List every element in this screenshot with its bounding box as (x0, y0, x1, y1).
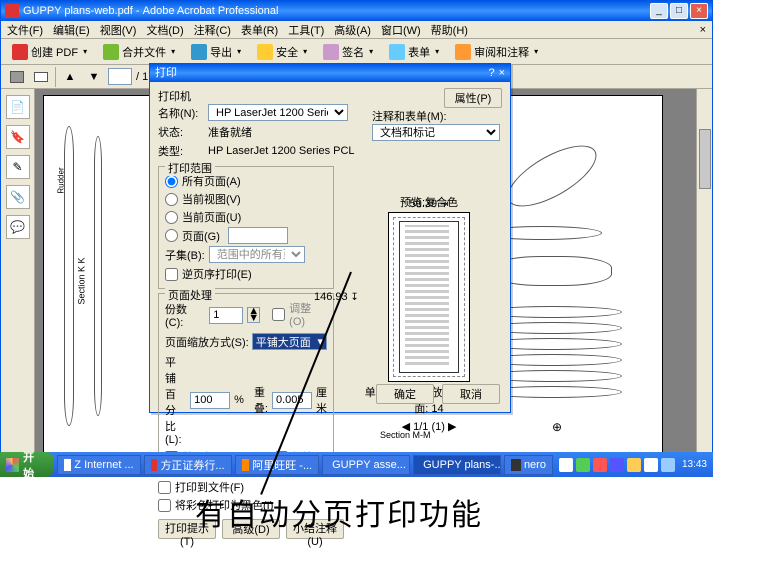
menu-edit[interactable]: 编辑(E) (53, 22, 90, 38)
menu-document[interactable]: 文档(D) (146, 22, 183, 38)
print-dialog: 打印 ? × 打印机 名称(N): HP LaserJet 1200 Serie… (149, 63, 511, 413)
preview-next-icon[interactable]: ▶ (448, 421, 456, 433)
tray-icon[interactable] (610, 458, 624, 472)
dialog-title-bar: 打印 ? × (150, 64, 510, 82)
menu-advanced[interactable]: 高级(A) (334, 22, 371, 38)
range-current-page-radio[interactable]: 当前页面(U) (165, 209, 327, 225)
page-input[interactable] (108, 68, 132, 85)
task-item[interactable]: Z Internet ... (57, 455, 141, 475)
page-up-icon[interactable]: ▲ (60, 67, 80, 87)
menu-tools[interactable]: 工具(T) (288, 22, 324, 38)
nav-sidebar: 📄 🔖 ✎ 📎 💬 (1, 89, 35, 468)
ok-button[interactable]: 确定 (376, 384, 434, 404)
printer-section-label: 打印机 (158, 88, 362, 104)
page-down-icon[interactable]: ▼ (84, 67, 104, 87)
tray-icon[interactable] (644, 458, 658, 472)
task-item[interactable]: GUPPY plans-... (413, 455, 501, 475)
pdf-icon (5, 4, 19, 18)
sign-button[interactable]: 签名▾ (318, 42, 378, 62)
export-button[interactable]: 导出▾ (186, 42, 246, 62)
printer-select[interactable]: HP LaserJet 1200 Series PCL (208, 104, 348, 121)
menu-bar: 文件(F) 编辑(E) 视图(V) 文档(D) 注释(C) 表单(R) 工具(T… (1, 21, 712, 39)
bookmarks-panel-icon[interactable]: 🔖 (6, 125, 30, 149)
task-item[interactable]: 方正证券行... (144, 455, 232, 475)
task-item[interactable]: nero (504, 455, 553, 475)
start-button[interactable]: 开始 (0, 452, 54, 477)
type-value: HP LaserJet 1200 Series PCL (208, 145, 355, 157)
type-label: 类型: (158, 143, 204, 159)
copies-down[interactable]: ▼ (248, 315, 259, 322)
status-value: 准备就绪 (208, 124, 252, 140)
status-label: 状态: (158, 124, 204, 140)
menu-file[interactable]: 文件(F) (7, 22, 43, 38)
name-label: 名称(N): (158, 105, 204, 121)
task-item[interactable]: GUPPY asse... (322, 455, 410, 475)
title-doc: GUPPY plans-web.pdf (23, 5, 133, 17)
dialog-close-icon[interactable]: × (499, 64, 505, 82)
comments-panel-icon[interactable]: 💬 (6, 215, 30, 239)
range-pages-radio[interactable]: 页面(G) (165, 227, 327, 244)
windows-taskbar: 开始 Z Internet ... 方正证券行... 阿里旺旺 -... GUP… (0, 452, 713, 477)
signatures-panel-icon[interactable]: ✎ (6, 155, 30, 179)
close-button[interactable]: × (690, 3, 708, 19)
annotation-text: 有自动分页打印功能 (195, 490, 483, 534)
tray-icon[interactable] (559, 458, 573, 472)
tray-icon[interactable] (627, 458, 641, 472)
print-range-group: 打印范围 所有页面(A) 当前视图(V) 当前页面(U) 页面(G) 子集(B)… (158, 166, 334, 289)
pages-panel-icon[interactable]: 📄 (6, 95, 30, 119)
copies-input[interactable] (209, 307, 243, 324)
preview-thumbnail (388, 212, 470, 382)
page-total: / 1 (136, 71, 148, 83)
toolbar-main: 创建 PDF▾ 合并文件▾ 导出▾ 安全▾ 签名▾ 表单▾ 审阅和注释▾ (1, 39, 712, 65)
pages-input[interactable] (228, 227, 288, 244)
comments-forms-label: 注释和表单(M): (372, 108, 502, 124)
system-tray: 13:43 (553, 452, 713, 477)
close-doc-button[interactable]: × (700, 24, 706, 36)
range-current-view-radio[interactable]: 当前视图(V) (165, 191, 327, 207)
scrollbar-vertical[interactable] (696, 89, 712, 468)
clock[interactable]: 13:43 (682, 459, 707, 470)
tray-icon[interactable] (576, 458, 590, 472)
properties-button[interactable]: 属性(P) (444, 88, 502, 108)
comments-forms-select[interactable]: 文档和标记 (372, 124, 500, 141)
attachments-panel-icon[interactable]: 📎 (6, 185, 30, 209)
overlap-input[interactable] (272, 392, 312, 409)
tray-icon[interactable] (593, 458, 607, 472)
menu-view[interactable]: 视图(V) (100, 22, 137, 38)
collate-check[interactable]: 调整(O) (272, 300, 327, 328)
preview-prev-icon[interactable]: ◀ (402, 421, 410, 433)
dialog-title: 打印 (155, 64, 177, 82)
subset-select[interactable]: 范围中的所有页面 (209, 246, 305, 263)
email-icon[interactable] (31, 67, 51, 87)
page-handling-group: 页面处理 份数(C): ▲▼ 调整(O) 页面缩放方式(S): 平铺大页面▾ (158, 293, 334, 475)
combine-button[interactable]: 合并文件▾ (98, 42, 180, 62)
acrobat-window: GUPPY plans-web.pdf - Adobe Acrobat Prof… (0, 0, 713, 469)
tile-scale-input[interactable] (190, 392, 230, 409)
title-bar: GUPPY plans-web.pdf - Adobe Acrobat Prof… (1, 1, 712, 21)
secure-button[interactable]: 安全▾ (252, 42, 312, 62)
menu-forms[interactable]: 表单(R) (241, 22, 278, 38)
create-pdf-button[interactable]: 创建 PDF▾ (7, 42, 92, 62)
windows-logo-icon (6, 458, 19, 472)
forms-button[interactable]: 表单▾ (384, 42, 444, 62)
tray-icon[interactable] (661, 458, 675, 472)
minimize-button[interactable]: _ (650, 3, 668, 19)
menu-help[interactable]: 帮助(H) (431, 22, 468, 38)
print-icon[interactable] (7, 67, 27, 87)
dialog-help-icon[interactable]: ? (488, 64, 494, 82)
page-scaling-select[interactable]: 平铺大页面▾ (252, 333, 327, 350)
review-button[interactable]: 审阅和注释▾ (450, 42, 543, 62)
reverse-order-check[interactable]: 逆页序打印(E) (165, 266, 327, 282)
title-app: Adobe Acrobat Professional (143, 5, 279, 17)
menu-window[interactable]: 窗口(W) (381, 22, 421, 38)
maximize-button[interactable]: □ (670, 3, 688, 19)
cancel-button[interactable]: 取消 (442, 384, 500, 404)
menu-comments[interactable]: 注释(C) (194, 22, 231, 38)
